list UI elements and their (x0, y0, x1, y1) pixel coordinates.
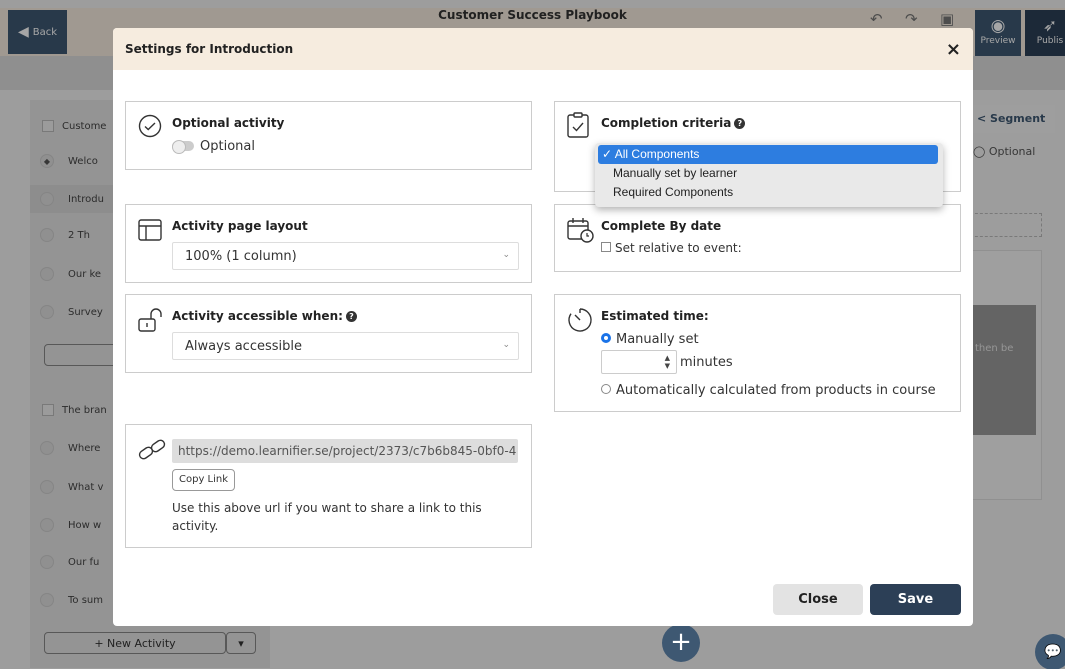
completion-dropdown-list: ✓ All Components Manually set by learner… (595, 143, 943, 207)
relative-event-checkbox[interactable]: Set relative to event: (601, 241, 742, 255)
settings-modal: Settings for Introduction × Optional act… (113, 28, 973, 626)
modal-title: Settings for Introduction (125, 42, 294, 56)
layout-select[interactable]: 100% (1 column) ⌄ (172, 242, 519, 270)
accessible-card: Activity accessible when:? Always access… (125, 294, 532, 373)
dropdown-option-required[interactable]: Required Components (595, 183, 943, 202)
chevron-down-icon: ⌄ (502, 250, 510, 260)
share-link-card: https://demo.learnifier.se/project/2373/… (125, 424, 532, 548)
checkbox[interactable] (601, 242, 611, 252)
close-icon[interactable]: × (946, 39, 961, 60)
clipboard-check-icon (567, 112, 589, 142)
close-button[interactable]: Close (773, 584, 863, 615)
dropdown-option-manual[interactable]: Manually set by learner (595, 164, 943, 183)
complete-by-title: Complete By date (601, 219, 722, 233)
calendar-clock-icon (567, 217, 595, 247)
help-icon[interactable]: ? (345, 311, 357, 322)
estimated-time-title: Estimated time: (601, 309, 709, 323)
minutes-label: minutes (680, 355, 733, 370)
accessible-title-text: Activity accessible when: (172, 309, 343, 323)
add-fab-button[interactable]: + (662, 624, 700, 662)
optional-activity-title: Optional activity (172, 116, 285, 130)
layout-title: Activity page layout (172, 219, 308, 233)
complete-by-card: Complete By date Set relative to event: (554, 204, 961, 272)
chevron-down-icon: ⌄ (502, 340, 510, 350)
radio-unselected[interactable] (601, 384, 611, 394)
timer-icon (567, 307, 593, 337)
completion-title: Completion criteria? (601, 116, 746, 130)
optional-toggle-label: Optional (200, 139, 255, 154)
minutes-input[interactable]: ▲ ▼ (601, 350, 677, 374)
manual-radio[interactable]: Manually set (601, 332, 699, 347)
radio-selected[interactable] (601, 333, 611, 343)
relative-event-label: Set relative to event: (615, 241, 742, 255)
optional-toggle[interactable]: Optional (172, 139, 255, 154)
modal-header: Settings for Introduction × (113, 28, 973, 70)
link-icon (138, 437, 168, 467)
layout-icon (138, 219, 162, 245)
estimated-time-card: Estimated time: Manually set ▲ ▼ minutes … (554, 294, 961, 412)
manual-radio-label: Manually set (616, 332, 699, 347)
layout-select-value: 100% (1 column) (185, 249, 297, 264)
chat-icon[interactable]: 💬 (1035, 634, 1065, 669)
auto-radio[interactable]: Automatically calculated from products i… (601, 383, 936, 398)
unlock-icon (138, 307, 164, 337)
accessible-select[interactable]: Always accessible ⌄ (172, 332, 519, 360)
share-link-note: Use this above url if you want to share … (172, 501, 482, 533)
help-icon[interactable]: ? (734, 118, 746, 129)
check-circle-icon (138, 114, 162, 142)
toggle-switch[interactable] (172, 140, 194, 154)
accessible-title: Activity accessible when:? (172, 309, 357, 323)
completion-title-text: Completion criteria (601, 116, 732, 130)
accessible-select-value: Always accessible (185, 339, 302, 354)
layout-card: Activity page layout 100% (1 column) ⌄ (125, 204, 532, 283)
optional-activity-card: Optional activity Optional (125, 101, 532, 170)
auto-radio-label: Automatically calculated from products i… (616, 383, 936, 398)
spinner-icon[interactable]: ▲ ▼ (665, 354, 670, 370)
save-button[interactable]: Save (870, 584, 961, 615)
copy-link-button[interactable]: Copy Link (172, 469, 236, 491)
dropdown-option-all-components[interactable]: ✓ All Components (598, 145, 938, 164)
share-link-url[interactable]: https://demo.learnifier.se/project/2373/… (172, 439, 518, 463)
